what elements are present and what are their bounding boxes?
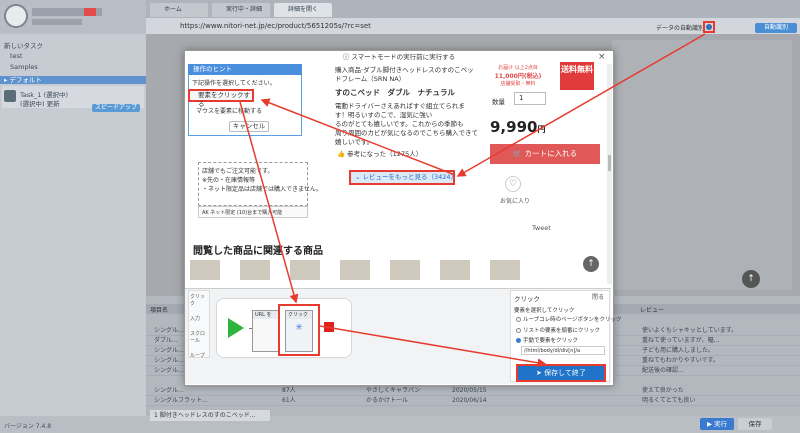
radio-icon <box>516 328 521 333</box>
cart-icon: 🛒 <box>512 149 525 158</box>
tool-scroll[interactable]: スクロール <box>190 330 208 344</box>
product-desc: す！明るいすのこで、湿気に強い <box>335 111 433 119</box>
product-thumbnail[interactable] <box>340 260 370 280</box>
status-bar <box>0 416 800 433</box>
workflow-toolbox: クリック 入力 スクロール ループ <box>188 290 210 359</box>
thumbs-up-icon: 👍 <box>337 150 348 158</box>
smart-detect-label[interactable]: データの自動識別 <box>656 23 704 32</box>
free-shipping-badge: 送料無料 <box>560 62 594 90</box>
col-header-review: レビュー <box>640 307 665 314</box>
product-name-line: 購入商品·ダブル脚付きヘッドレスのすのこベッ <box>335 66 474 74</box>
hint-title: 操作のヒント <box>188 64 302 75</box>
add-to-cart-button[interactable]: 🛒 カートに入れる <box>490 144 600 164</box>
product-thumbnail[interactable] <box>390 260 420 280</box>
tab-detail[interactable]: 詳細を開く <box>274 3 332 17</box>
store-notice-line: ※先の・在庫情報等 <box>202 177 256 184</box>
quantity-input[interactable]: 1 <box>514 92 546 105</box>
option-manual-click[interactable]: 手動で要素をクリック <box>516 336 578 344</box>
option-loop-click[interactable]: ループコレ時のページボタンをクリック <box>516 315 622 323</box>
hint-hover-option[interactable]: マウスを要素に移動する <box>196 106 262 115</box>
tab-running[interactable]: 実行中・詳細 <box>212 3 270 17</box>
task-icon <box>4 90 16 102</box>
col-header-name: 項目名 <box>150 307 169 314</box>
helpful-count[interactable]: 👍 参考になった（1275人） <box>337 150 422 159</box>
product-thumbnail[interactable] <box>290 260 320 280</box>
favorite-heart-icon[interactable]: ♡ <box>505 176 521 192</box>
stop-icon[interactable] <box>324 322 334 332</box>
product-name-line: ドフレーム（SRN NA） <box>335 75 406 83</box>
price-value: 9,990円 <box>490 118 546 136</box>
product-title: すのこベッド ダブル ナチュラル <box>335 88 455 97</box>
net-limit-note: AK ネット限定 (10)台まで購入可能 <box>198 206 308 218</box>
shipping-info: お届け 以上2点目 11,000円(税込) 店舗受取・無料 <box>480 64 556 87</box>
hint-cancel-button[interactable]: キャンセル <box>229 121 269 132</box>
node-open-url[interactable]: URL を <box>252 310 280 352</box>
sidebar-item-samples[interactable]: Samples <box>10 63 38 71</box>
option-list-click[interactable]: リストの要素を順番にクリック <box>516 326 600 334</box>
sidebar-new-task[interactable]: 新しいタスク <box>4 40 43 50</box>
save-and-exit-button[interactable]: ➤ 保存して終了 <box>516 364 606 382</box>
save-task-button[interactable]: 保存 <box>738 418 772 430</box>
url-text[interactable]: https://www.nitori-net.jp/ec/product/565… <box>180 22 371 30</box>
product-thumbnail[interactable] <box>240 260 270 280</box>
related-products-title: 閲覧した商品に関連する商品 <box>193 246 323 257</box>
product-thumbnail[interactable] <box>440 260 470 280</box>
close-icon[interactable]: × <box>598 52 606 62</box>
hint-click-element-option[interactable]: 要素をクリックする <box>188 89 254 108</box>
product-desc: るのがとても嬉しいです。これからの季節も <box>335 120 464 128</box>
store-notice-card: 店舗でもご注文可能です。 ※先の・在庫情報等 ・ネット限定品は店舗では購入できま… <box>198 162 322 206</box>
task-sub: (選択中) 更新 <box>20 100 60 108</box>
page-scroll-thumb[interactable] <box>608 155 611 171</box>
run-button[interactable]: ▶ 実行 <box>700 418 734 430</box>
product-thumbnail[interactable] <box>490 260 520 280</box>
hint-subtitle: 下記操作を選択してください。 <box>192 80 276 87</box>
related-thumbnails <box>190 260 590 280</box>
detect-toggle-icon[interactable] <box>706 24 712 30</box>
task-tab[interactable]: 1 脚付きヘッドレスのすのこベッド... <box>150 410 270 421</box>
tool-click[interactable]: クリック <box>190 293 208 307</box>
start-play-icon[interactable] <box>228 318 244 338</box>
product-desc: 電動ドライバーさえあればすぐ組立てられま <box>335 102 465 110</box>
user-badge <box>84 8 96 16</box>
table-row[interactable]: シングルフラット... 61人 かるかけトール 2020/06/14 明るくてとても良い <box>146 396 800 406</box>
dialog-notice: ⓘ スマートモードの実行前に実行する <box>185 51 613 64</box>
sidebar-item-default[interactable]: ▸ デフォルト <box>0 76 146 84</box>
send-icon: ➤ <box>536 369 545 377</box>
version-label: バージョン 7.4.8 <box>4 423 52 430</box>
store-notice-line: 店舗でもご注文可能です。 <box>202 168 274 175</box>
page-scrollbar[interactable] <box>607 64 612 284</box>
product-thumbnail[interactable] <box>190 260 220 280</box>
auto-detect-button[interactable]: 自動識別 <box>755 23 797 33</box>
store-notice-line: ・ネット限定品は店舗では購入できません。 <box>202 186 322 193</box>
speedup-button[interactable]: スピードアップ <box>92 104 140 112</box>
chevron-down-icon: ⌄ <box>355 173 363 181</box>
product-desc: 嬉しいです。 <box>335 138 374 146</box>
radio-icon <box>516 317 521 322</box>
table-row[interactable]: シングル... 87人 やさしくキャラバン 2020/05/15 使えて良かった <box>146 386 800 396</box>
scroll-top-icon[interactable]: ↑ <box>583 256 599 272</box>
app-logo-icon <box>4 4 28 28</box>
scroll-up-icon[interactable]: ↑ <box>742 270 760 288</box>
user-sub-redacted <box>32 19 82 25</box>
step-title: クリック <box>514 295 540 303</box>
product-desc: 周り周囲のカビが気になるのでこちら購入できて <box>335 129 478 137</box>
xpath-input[interactable]: //html/body/dl/div[n]/a <box>521 346 605 355</box>
panel-close-button[interactable]: 閉る <box>592 292 604 301</box>
quantity-label: 数量 <box>492 98 505 106</box>
radio-selected-icon <box>516 338 521 343</box>
review-more-button[interactable]: ⌄ レビューをもっと見る（3424） <box>349 170 457 185</box>
tab-home[interactable]: ホーム <box>150 3 208 17</box>
sidebar-item-test[interactable]: test <box>10 52 22 60</box>
tool-loop[interactable]: ループ <box>190 352 208 359</box>
step-question: 要素を選択してクリック <box>514 308 575 314</box>
favorite-label: お気に入り <box>500 198 531 205</box>
web-page-right-panel <box>612 40 792 290</box>
selected-node-highlight <box>278 304 320 356</box>
tweet-link[interactable]: Tweet <box>532 224 551 232</box>
tool-input[interactable]: 入力 <box>190 315 208 322</box>
